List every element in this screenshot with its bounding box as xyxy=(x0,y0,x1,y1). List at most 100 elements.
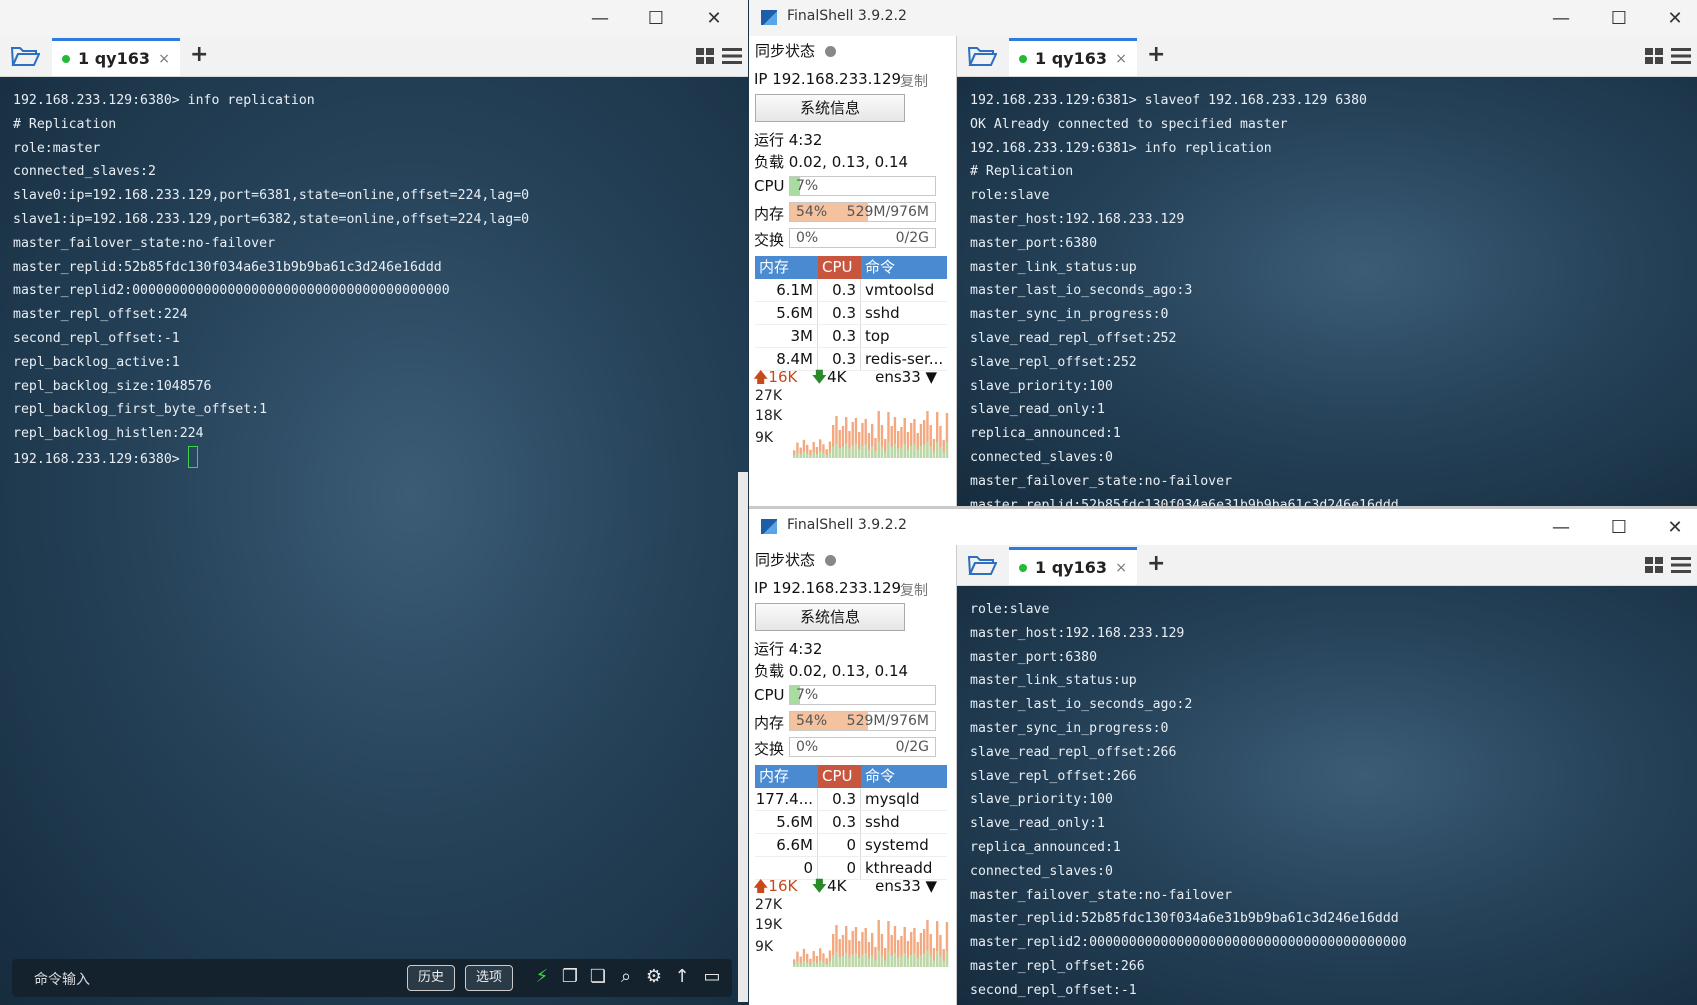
tab-label: 1 qy163 xyxy=(78,49,150,68)
memory-percent: 54% xyxy=(796,204,828,220)
process-memory: 5.6M xyxy=(755,302,818,324)
process-row[interactable]: 5.6M 0.3 sshd xyxy=(755,811,947,834)
tab-close-icon[interactable]: × xyxy=(158,51,170,67)
column-header-command[interactable]: 命令 xyxy=(861,765,947,788)
maximize-button[interactable]: ☐ xyxy=(628,0,684,36)
column-header-cpu[interactable]: CPU xyxy=(818,765,861,788)
process-table-header: 内存 CPU 命令 xyxy=(755,256,947,279)
chart-y-label: 18K xyxy=(755,408,782,424)
add-tab-button[interactable]: + xyxy=(1147,42,1165,67)
tab-session[interactable]: 1 qy163 × xyxy=(52,38,180,76)
add-tab-button[interactable]: + xyxy=(190,42,208,67)
process-row[interactable]: 5.6M 0.3 sshd xyxy=(755,302,947,325)
chart-bar xyxy=(919,446,923,458)
memory-bar: 54% 529M/976M xyxy=(789,202,936,222)
command-input-bar[interactable]: 命令输入 历史 选项 ⚡ ❐ ❏ ⌕ ⚙ ↑ ▭ xyxy=(12,959,732,997)
chart-bar xyxy=(939,955,942,967)
terminal-line: repl_backlog_first_byte_offset:1 xyxy=(13,402,268,418)
chart-bar xyxy=(871,446,874,458)
terminal-line: repl_backlog_size:1048576 xyxy=(13,378,212,394)
chart-bar xyxy=(926,441,929,458)
network-interface-select[interactable]: ens33 xyxy=(875,877,921,895)
terminal[interactable]: 192.168.233.129:6380> info replication # … xyxy=(0,77,748,1005)
arrow-up-icon[interactable]: ↑ xyxy=(672,967,692,987)
folder-open-icon[interactable] xyxy=(967,553,997,577)
column-header-cpu[interactable]: CPU xyxy=(818,256,861,279)
copy-icon[interactable]: ❐ xyxy=(560,967,580,987)
process-memory: 3M xyxy=(755,325,818,347)
column-header-memory[interactable]: 内存 xyxy=(755,765,818,788)
terminal[interactable]: role:slave master_host:192.168.233.129 mas… xyxy=(957,586,1697,1005)
load-average: 负载 0.02, 0.13, 0.14 xyxy=(754,662,909,680)
process-row[interactable]: 3M 0.3 top xyxy=(755,325,947,348)
sync-status: 同步状态 xyxy=(755,549,837,570)
status-dot-icon xyxy=(1019,563,1027,572)
grid-view-icon[interactable] xyxy=(696,48,714,64)
terminal[interactable]: 192.168.233.129:6381> slaveof 192.168.23… xyxy=(957,77,1697,506)
network-interface-select[interactable]: ens33 xyxy=(875,368,921,386)
process-cpu: 0.3 xyxy=(818,325,861,347)
window-icon[interactable]: ▭ xyxy=(702,967,722,987)
left-tabbar: 1 qy163 × + xyxy=(0,36,748,77)
column-header-command[interactable]: 命令 xyxy=(861,256,947,279)
sync-status-dot-icon xyxy=(825,555,837,566)
terminal-output: 192.168.233.129:6381> slaveof 192.168.23… xyxy=(970,89,1399,506)
chart-bar xyxy=(936,441,939,458)
terminal-line: connected_slaves:0 xyxy=(970,863,1113,879)
copy-ip-link[interactable]: 复制 xyxy=(900,580,928,600)
process-row[interactable]: 6.1M 0.3 vmtoolsd xyxy=(755,279,947,302)
cursor xyxy=(187,445,198,468)
chart-bar xyxy=(822,962,825,967)
copy-ip-link[interactable]: 复制 xyxy=(900,71,928,91)
add-tab-button[interactable]: + xyxy=(1147,551,1165,576)
system-info-button[interactable]: 系统信息 xyxy=(755,94,905,122)
chart-bar xyxy=(802,451,806,458)
terminal-output: role:slave master_host:192.168.233.129 mas… xyxy=(970,598,1407,1003)
menu-icon[interactable] xyxy=(1671,48,1691,64)
terminal-line: replica_announced:1 xyxy=(970,839,1121,855)
folder-open-icon[interactable] xyxy=(10,44,40,68)
gear-icon[interactable]: ⚙ xyxy=(644,967,664,987)
chevron-down-icon[interactable]: ▼ xyxy=(921,368,938,386)
minimize-button[interactable]: — xyxy=(572,0,628,36)
paste-icon[interactable]: ❏ xyxy=(588,967,608,987)
options-button[interactable]: 选项 xyxy=(465,965,514,991)
column-header-memory[interactable]: 内存 xyxy=(755,256,818,279)
cpu-label: CPU xyxy=(754,686,785,704)
chevron-down-icon[interactable]: ▼ xyxy=(921,877,938,895)
chart-bar xyxy=(893,443,897,458)
chart-bar xyxy=(825,963,828,967)
folder-open-icon[interactable] xyxy=(967,44,997,68)
tab-close-icon[interactable]: × xyxy=(1115,51,1127,67)
history-button[interactable]: 历史 xyxy=(407,965,456,991)
network-chart-bars xyxy=(793,411,949,458)
terminal-line: second_repl_offset:-1 xyxy=(970,982,1137,998)
menu-icon[interactable] xyxy=(722,48,742,64)
search-icon[interactable]: ⌕ xyxy=(616,967,636,987)
scrollbar[interactable] xyxy=(738,472,748,1002)
bottom-window: FinalShell 3.9.2.2 — ☐ ✕ 同步状态 IP 192.168.… xyxy=(749,509,1697,1005)
process-row[interactable]: 6.6M 0 systemd xyxy=(755,834,947,857)
terminal-line: slave_read_repl_offset:252 xyxy=(970,330,1177,346)
lightning-icon[interactable]: ⚡ xyxy=(532,967,552,987)
process-row[interactable]: 177.4... 0.3 mysqld xyxy=(755,788,947,811)
tab-close-icon[interactable]: × xyxy=(1115,560,1127,576)
process-cpu: 0.3 xyxy=(818,302,861,324)
swap-percent: 0% xyxy=(796,230,819,246)
grid-view-icon[interactable] xyxy=(1645,557,1663,573)
menu-icon[interactable] xyxy=(1671,557,1691,573)
session-panel: 1 qy163 × + role:slave master_host:192.16… xyxy=(957,509,1697,1005)
close-button[interactable]: ✕ xyxy=(686,0,742,36)
grid-view-icon[interactable] xyxy=(1645,48,1663,64)
terminal-line: OK Already connected to specified master xyxy=(970,116,1288,132)
terminal-line: slave_read_only:1 xyxy=(970,402,1105,418)
process-memory: 5.6M xyxy=(755,811,818,833)
chart-bar xyxy=(841,955,845,967)
sync-status-label: 同步状态 xyxy=(755,42,816,60)
tab-session[interactable]: 1 qy163 × xyxy=(1009,38,1137,76)
tab-session[interactable]: 1 qy163 × xyxy=(1009,547,1137,585)
terminal-prompt: 192.168.233.129:6380> xyxy=(13,451,188,467)
chart-bar xyxy=(923,953,926,967)
process-command: sshd xyxy=(865,304,900,322)
system-info-button[interactable]: 系统信息 xyxy=(755,603,905,631)
